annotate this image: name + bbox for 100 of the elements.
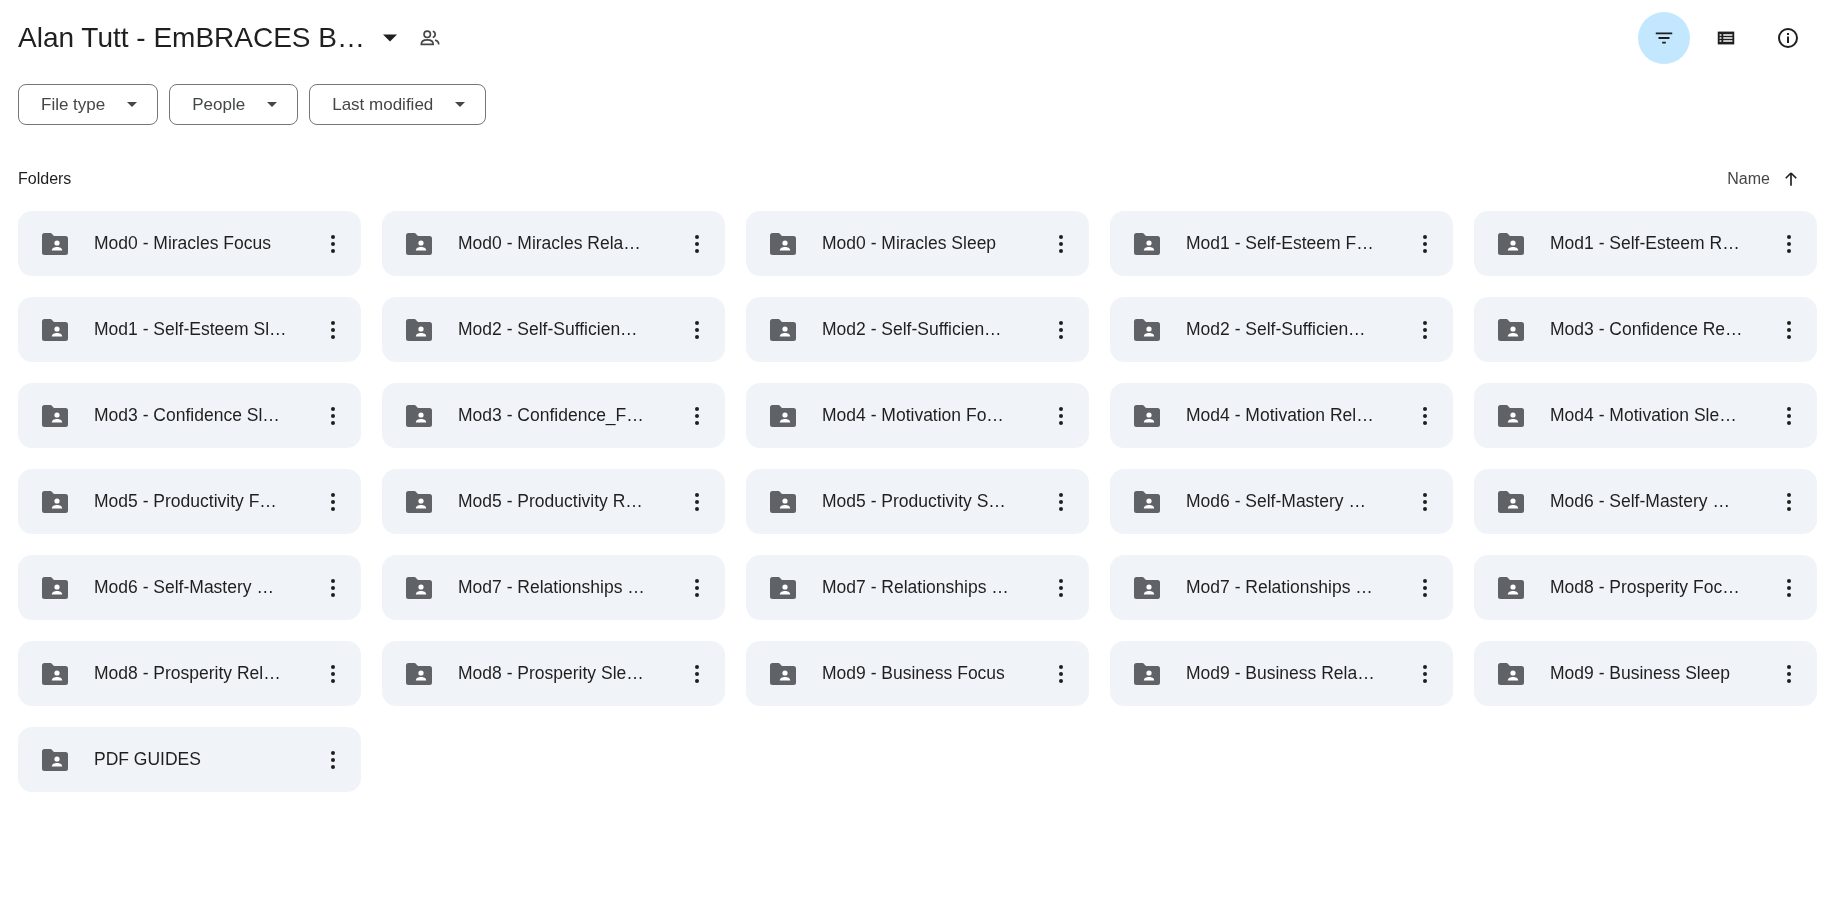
- shared-folder-icon: [1498, 662, 1524, 685]
- folder-title: Alan Tutt - EmBRACES B…: [18, 22, 365, 54]
- folder-card[interactable]: Mod2 - Self-Sufficien…: [382, 297, 725, 362]
- folder-card[interactable]: PDF GUIDES: [18, 727, 361, 792]
- folder-card[interactable]: Mod2 - Self-Sufficien…: [746, 297, 1089, 362]
- folder-name: Mod7 - Relationships …: [1186, 577, 1374, 598]
- shared-folder-icon: [406, 490, 432, 513]
- folder-name: Mod1 - Self-Esteem R…: [1550, 233, 1741, 254]
- folder-card[interactable]: Mod9 - Business Sleep: [1474, 641, 1817, 706]
- folder-card[interactable]: Mod0 - Miracles Focus: [18, 211, 361, 276]
- folder-name: Mod5 - Productivity F…: [94, 491, 278, 512]
- shared-folder-icon: [1134, 404, 1160, 427]
- shared-folder-icon: [1134, 662, 1160, 685]
- folder-name: Mod8 - Prosperity Foc…: [1550, 577, 1741, 598]
- filter-dropdown[interactable]: People: [169, 84, 299, 125]
- shared-folder-icon: [1134, 232, 1160, 255]
- folder-card[interactable]: Mod8 - Prosperity Foc…: [1474, 555, 1817, 620]
- shared-folder-icon: [42, 232, 68, 255]
- folder-name: Mod9 - Business Rela…: [1186, 663, 1376, 684]
- shared-folder-icon: [406, 232, 432, 255]
- folder-name: Mod2 - Self-Sufficien…: [822, 319, 1003, 340]
- folder-card[interactable]: Mod5 - Productivity F…: [18, 469, 361, 534]
- folder-name: Mod7 - Relationships …: [822, 577, 1010, 598]
- folder-name: Mod1 - Self-Esteem F…: [1186, 233, 1375, 254]
- shared-folder-icon: [770, 318, 796, 341]
- folder-name: Mod3 - Confidence Re…: [1550, 319, 1744, 340]
- folder-name: Mod4 - Motivation Fo…: [822, 405, 1005, 426]
- folder-name: Mod9 - Business Focus: [822, 663, 1006, 684]
- folder-card[interactable]: Mod6 - Self-Mastery …: [1474, 469, 1817, 534]
- folder-name: Mod4 - Motivation Rel…: [1186, 405, 1375, 426]
- shared-folder-icon: [1134, 576, 1160, 599]
- folder-name: Mod8 - Prosperity Rel…: [94, 663, 282, 684]
- folder-name: Mod0 - Miracles Focus: [94, 233, 272, 254]
- folder-name: Mod4 - Motivation Sle…: [1550, 405, 1738, 426]
- folder-card[interactable]: Mod1 - Self-Esteem F…: [1110, 211, 1453, 276]
- folder-card[interactable]: Mod7 - Relationships …: [746, 555, 1089, 620]
- shared-folder-icon: [1134, 318, 1160, 341]
- folder-name: Mod2 - Self-Sufficien…: [1186, 319, 1367, 340]
- folder-name: Mod7 - Relationships …: [458, 577, 646, 598]
- folder-card[interactable]: Mod4 - Motivation Fo…: [746, 383, 1089, 448]
- shared-folder-icon: [1134, 490, 1160, 513]
- folder-name: Mod6 - Self-Mastery …: [1550, 491, 1731, 512]
- folder-name: Mod5 - Productivity R…: [458, 491, 644, 512]
- shared-folder-icon: [770, 490, 796, 513]
- filter-dropdown[interactable]: File type: [18, 84, 159, 125]
- shared-folder-icon: [770, 662, 796, 685]
- filter-dropdown[interactable]: Last modified: [309, 84, 487, 125]
- shared-folder-icon: [406, 576, 432, 599]
- folder-card[interactable]: Mod0 - Miracles Rela…: [382, 211, 725, 276]
- shared-folder-icon: [1498, 490, 1524, 513]
- folder-card[interactable]: Mod6 - Self-Mastery …: [18, 555, 361, 620]
- shared-folder-icon: [42, 404, 68, 427]
- folder-name: Mod3 - Confidence Sl…: [94, 405, 281, 426]
- folder-name: Mod0 - Miracles Sleep: [822, 233, 998, 254]
- folder-name: Mod1 - Self-Esteem Sl…: [94, 319, 288, 340]
- folder-name: Mod9 - Business Sleep: [1550, 663, 1731, 684]
- shared-folder-icon: [406, 318, 432, 341]
- folder-card[interactable]: Mod9 - Business Rela…: [1110, 641, 1453, 706]
- folder-card[interactable]: Mod3 - Confidence Sl…: [18, 383, 361, 448]
- caret-icon: [127, 102, 138, 107]
- folder-name: Mod2 - Self-Sufficien…: [458, 319, 639, 340]
- shared-folder-icon: [42, 748, 68, 771]
- sort-button[interactable]: Name: [1727, 170, 1770, 188]
- folder-card[interactable]: Mod3 - Confidence_F…: [382, 383, 725, 448]
- section-label: Folders: [18, 170, 72, 188]
- folder-card[interactable]: Mod1 - Self-Esteem R…: [1474, 211, 1817, 276]
- folder-card[interactable]: Mod5 - Productivity S…: [746, 469, 1089, 534]
- folder-card[interactable]: Mod7 - Relationships …: [382, 555, 725, 620]
- shared-folder-icon: [770, 576, 796, 599]
- shared-folder-icon: [42, 490, 68, 513]
- folder-card[interactable]: Mod5 - Productivity R…: [382, 469, 725, 534]
- shared-folder-icon: [42, 318, 68, 341]
- shared-folder-icon: [42, 662, 68, 685]
- folder-name: Mod5 - Productivity S…: [822, 491, 1007, 512]
- folder-card[interactable]: Mod4 - Motivation Sle…: [1474, 383, 1817, 448]
- caret-icon: [267, 102, 278, 107]
- folder-name: Mod6 - Self-Mastery …: [94, 577, 275, 598]
- filter-icon[interactable]: [1638, 12, 1690, 64]
- folder-card[interactable]: Mod8 - Prosperity Rel…: [18, 641, 361, 706]
- folder-card[interactable]: Mod2 - Self-Sufficien…: [1110, 297, 1453, 362]
- shared-folder-icon: [1498, 404, 1524, 427]
- folder-card[interactable]: Mod0 - Miracles Sleep: [746, 211, 1089, 276]
- folder-card[interactable]: Mod4 - Motivation Rel…: [1110, 383, 1453, 448]
- shared-folder-icon: [42, 576, 68, 599]
- folder-card[interactable]: Mod3 - Confidence Re…: [1474, 297, 1817, 362]
- folder-card[interactable]: Mod7 - Relationships …: [1110, 555, 1453, 620]
- shared-folder-icon: [1498, 576, 1524, 599]
- arrow-up-icon[interactable]: [1782, 170, 1800, 188]
- caret-icon: [455, 102, 466, 107]
- shared-folder-icon: [1498, 232, 1524, 255]
- folder-card[interactable]: Mod9 - Business Focus: [746, 641, 1089, 706]
- folder-name: Mod0 - Miracles Rela…: [458, 233, 642, 254]
- folder-card[interactable]: Mod1 - Self-Esteem Sl…: [18, 297, 361, 362]
- shared-folder-icon: [770, 404, 796, 427]
- folder-card[interactable]: Mod6 - Self-Mastery …: [1110, 469, 1453, 534]
- folder-name: Mod8 - Prosperity Sle…: [458, 663, 645, 684]
- folder-name: Mod6 - Self-Mastery …: [1186, 491, 1367, 512]
- folder-card[interactable]: Mod8 - Prosperity Sle…: [382, 641, 725, 706]
- shared-folder-icon: [1498, 318, 1524, 341]
- shared-folder-icon: [406, 404, 432, 427]
